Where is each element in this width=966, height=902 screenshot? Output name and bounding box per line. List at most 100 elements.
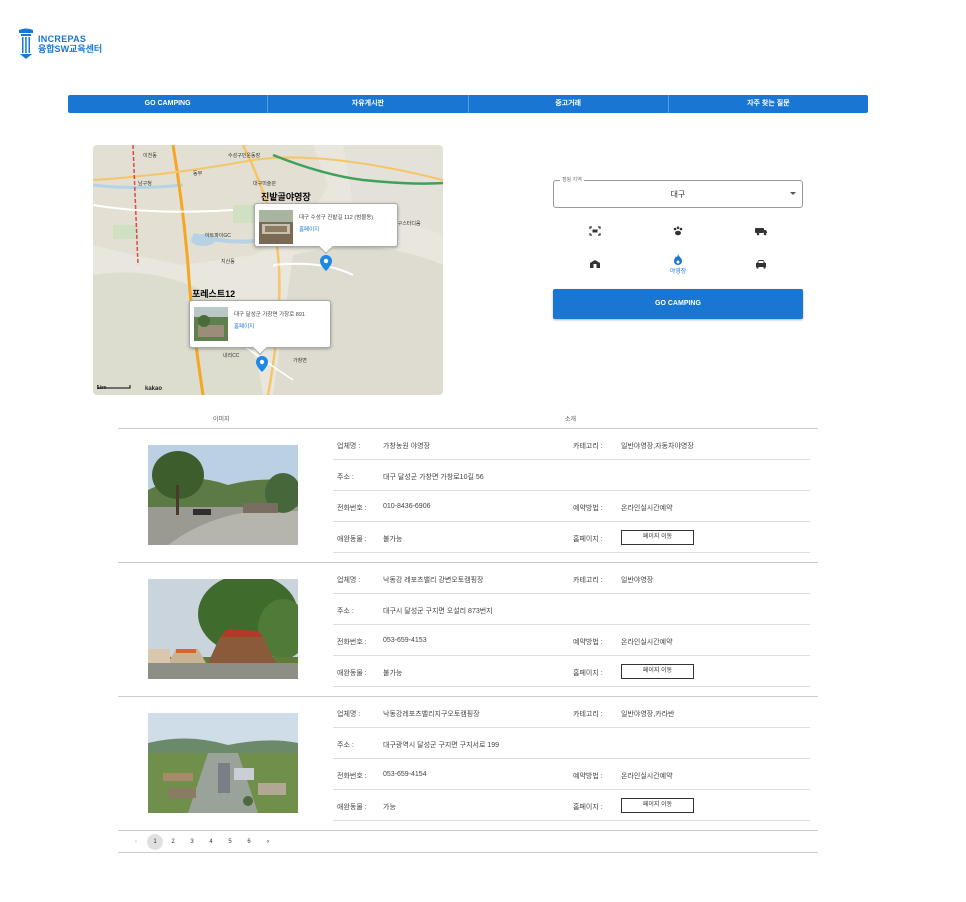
svg-text:아트파이GC: 아트파이GC <box>205 232 231 239</box>
nav-faq[interactable]: 자주 찾는 질문 <box>669 95 868 113</box>
next-page-icon[interactable]: › <box>260 834 276 850</box>
map-scale: 1km <box>97 385 131 391</box>
value-address: 대구광역시 달성군 구지면 구지서로 199 <box>383 742 500 749</box>
svg-text:대구미술관: 대구미술관 <box>253 180 276 187</box>
info-line-address: 주소 : 대구시 달성군 구지면 오설리 873번지 <box>333 594 810 625</box>
pagination: ‹ 1 2 3 4 5 6 › <box>118 831 818 853</box>
car-icon <box>756 260 766 269</box>
nav-free-board[interactable]: 자유게시판 <box>268 95 469 113</box>
filter-glamping[interactable] <box>575 226 615 248</box>
filter-caravan[interactable] <box>741 226 781 248</box>
go-camping-button[interactable]: GO CAMPING <box>553 289 803 319</box>
logo[interactable]: INCREPAS 융합SW교육센터 <box>18 28 102 60</box>
pillar-logo-icon <box>19 28 33 59</box>
value-category: 일반야영장 <box>621 577 654 584</box>
nav-used-market[interactable]: 중고거래 <box>469 95 669 113</box>
info-line-phone: 전화번호 : 053-659-4153 예약방법 : 온라인실시간예약 <box>333 625 810 656</box>
label-pet: 애완동물 : <box>337 804 367 811</box>
label-name: 업체명 : <box>337 711 361 718</box>
prev-page-icon[interactable]: ‹ <box>128 834 144 850</box>
pet-icon <box>673 226 683 236</box>
value-address: 대구 달성군 가창면 가창로10길 56 <box>383 474 484 481</box>
map-popup-forest12[interactable]: 포레스트12 대구 달성군 가창면 가창로 891 홈페이지 <box>189 289 331 356</box>
value-category: 일반야영장,자동차야영장 <box>621 443 694 450</box>
filter-pet[interactable] <box>658 226 698 248</box>
page-2[interactable]: 2 <box>165 834 181 850</box>
page-4[interactable]: 4 <box>203 834 219 850</box>
table-row: 업체명 : 낙동강레포츠밸리지구오토캠핑장 카테고리 : 일반야영장,카라반 주… <box>118 697 818 831</box>
label-name: 업체명 : <box>337 443 361 450</box>
popup-thumbnail <box>194 307 228 341</box>
label-homepage: 홈페이지 : <box>573 670 603 677</box>
info-line-phone: 전화번호 : 053-659-4154 예약방법 : 온라인실시간예약 <box>333 759 810 790</box>
label-phone: 전화번호 : <box>337 639 367 646</box>
campsite-photo <box>148 445 298 545</box>
info-line-name: 업체명 : 가창농원 야영장 카테고리 : 일반야영장,자동차야영장 <box>333 429 810 460</box>
col-image-header: 이미지 <box>213 417 230 423</box>
label-category: 카테고리 : <box>573 577 603 584</box>
value-pet: 불가능 <box>383 536 403 543</box>
region-value: 대구 <box>670 190 686 199</box>
map-marker-icon[interactable] <box>256 356 268 372</box>
map-marker-icon[interactable] <box>320 255 332 271</box>
map-provider: kakao <box>145 386 163 392</box>
go-to-page-button[interactable]: 페이지 이동 <box>621 530 694 545</box>
value-name: 가창농원 야영장 <box>383 443 431 450</box>
label-category: 카테고리 : <box>573 711 603 718</box>
label-reserve: 예약방법 : <box>573 773 603 780</box>
value-category: 일반야영장,카라반 <box>621 711 675 718</box>
popup-homepage-link[interactable]: 홈페이지 <box>299 225 319 233</box>
page-6[interactable]: 6 <box>241 834 257 850</box>
info-line-pet: 애완동물 : 가능 홈페이지 : 페이지 이동 <box>333 790 810 821</box>
value-name: 낙동강레포츠밸리지구오토캠핑장 <box>383 711 480 718</box>
go-to-page-button[interactable]: 페이지 이동 <box>621 798 694 813</box>
table-row: 업체명 : 낙동강 레포츠밸리 강변오토캠핑장 카테고리 : 일반야영장 주소 … <box>118 563 818 697</box>
value-name: 낙동강 레포츠밸리 강변오토캠핑장 <box>383 577 484 584</box>
glamping-icon <box>589 226 601 236</box>
brand-name: INCREPAS <box>38 34 87 44</box>
value-address: 대구시 달성군 구지면 오설리 873번지 <box>383 608 493 615</box>
tent-icon <box>590 260 600 268</box>
value-reserve: 온라인실시간예약 <box>621 505 673 512</box>
map-popup-jinbatgol[interactable]: 진밭골야영장 대구 수성구 진밭길 112 (범물동) 홈페이지 <box>254 192 398 255</box>
label-name: 업체명 : <box>337 577 361 584</box>
info-line-pet: 애완동물 : 불가능 홈페이지 : 페이지 이동 <box>333 522 810 553</box>
page-1[interactable]: 1 <box>147 834 163 850</box>
main-nav: GO CAMPING 자유게시판 중고거래 자주 찾는 질문 <box>68 95 868 113</box>
col-intro-header: 소개 <box>565 417 577 423</box>
svg-text:남구청: 남구청 <box>138 180 152 187</box>
campsite-label: 야영장 <box>669 269 687 275</box>
nav-go-camping[interactable]: GO CAMPING <box>68 95 269 113</box>
value-phone: 053-659-4154 <box>383 771 427 778</box>
label-address: 주소 : <box>337 742 354 749</box>
go-to-page-button[interactable]: 페이지 이동 <box>621 664 694 679</box>
svg-text:이천동: 이천동 <box>143 152 157 159</box>
svg-text:내리CC: 내리CC <box>223 352 240 359</box>
value-reserve: 온라인실시간예약 <box>621 773 673 780</box>
page-3[interactable]: 3 <box>184 834 200 850</box>
popup-homepage-link[interactable]: 홈페이지 <box>234 322 254 330</box>
filter-car[interactable] <box>741 259 781 281</box>
value-phone: 010-8436-6906 <box>383 503 431 510</box>
svg-text:가창면: 가창면 <box>293 357 307 364</box>
page-5[interactable]: 5 <box>222 834 238 850</box>
region-label: 캠핑 지역 <box>560 176 584 183</box>
results-table-header: 이미지 소개 <box>118 410 818 429</box>
filter-campsite[interactable]: 야영장 <box>658 254 698 276</box>
info-line-pet: 애완동물 : 불가능 홈페이지 : 페이지 이동 <box>333 656 810 687</box>
map[interactable]: 이천동 남구청 동부 수성구민운동장 대구미술관 대구스타디움 아트파이GC 지… <box>93 145 443 395</box>
svg-text:수성구민운동장: 수성구민운동장 <box>228 152 261 159</box>
popup-title: 진밭골야영장 <box>261 192 311 202</box>
label-pet: 애완동물 : <box>337 670 367 677</box>
fire-icon <box>674 254 682 265</box>
label-reserve: 예약방법 : <box>573 505 603 512</box>
value-pet: 가능 <box>383 804 396 811</box>
label-phone: 전화번호 : <box>337 773 367 780</box>
svg-text:동부: 동부 <box>193 171 203 177</box>
dropdown-arrow-icon <box>790 192 796 195</box>
popup-address: 대구 달성군 가창면 가창로 891 <box>234 312 305 318</box>
info-line-name: 업체명 : 낙동강 레포츠밸리 강변오토캠핑장 카테고리 : 일반야영장 <box>333 563 810 594</box>
filter-tent[interactable] <box>575 259 615 281</box>
info-line-name: 업체명 : 낙동강레포츠밸리지구오토캠핑장 카테고리 : 일반야영장,카라반 <box>333 697 810 728</box>
region-select[interactable]: 캠핑 지역 대구 <box>553 176 803 208</box>
